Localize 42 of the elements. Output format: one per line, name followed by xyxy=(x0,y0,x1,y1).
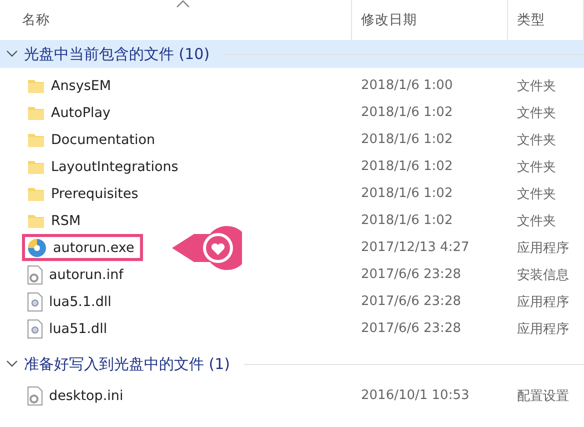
date-cell-text: 2017/6/6 23:28 xyxy=(360,294,462,309)
file-name[interactable]: Prerequisites xyxy=(51,186,138,202)
type-cell-text: 安装信息 xyxy=(516,266,570,284)
date-cell-text: 2018/1/6 1:00 xyxy=(360,78,454,93)
type-cell-text: 配置设置 xyxy=(516,388,570,404)
type-cell-text: 文件夹 xyxy=(516,212,557,230)
library-file-icon xyxy=(27,292,43,312)
file-name[interactable]: AutoPlay xyxy=(51,104,110,120)
file-name[interactable]: desktop.ini xyxy=(49,388,124,404)
library-file-icon xyxy=(27,318,43,338)
file-name[interactable]: lua5.1.dll xyxy=(49,294,112,310)
date-cell-text: 2018/1/6 1:02 xyxy=(360,132,454,147)
date-cell-text: 2018/1/6 1:02 xyxy=(360,213,454,228)
group-title: 光盘中当前包含的文件 (10) xyxy=(24,44,210,64)
type-cell-text: 文件夹 xyxy=(516,78,557,94)
type-cell-text: 文件夹 xyxy=(516,104,557,122)
type-cell-text: 应用程序 xyxy=(516,240,570,256)
type-cell-text: 文件夹 xyxy=(516,186,557,202)
group-header[interactable]: 准备好写入到光盘中的文件 (1) xyxy=(0,350,584,378)
date-cell-text: 2018/1/6 1:02 xyxy=(360,186,454,201)
date-cell-text: 2016/10/1 10:53 xyxy=(360,388,470,403)
type-cell-text: 文件夹 xyxy=(516,132,557,148)
gear-file-icon xyxy=(27,386,43,406)
file-name[interactable]: autorun.inf xyxy=(49,266,124,282)
date-cell-text: 2018/1/6 1:02 xyxy=(360,105,454,120)
file-name[interactable]: LayoutIntegrations xyxy=(51,158,178,174)
file-name[interactable]: Documentation xyxy=(51,132,156,148)
group-header[interactable]: 光盘中当前包含的文件 (10) xyxy=(0,40,584,68)
date-cell-text: 2017/6/6 23:28 xyxy=(360,267,462,282)
file-name[interactable]: RSM xyxy=(51,212,81,228)
type-cell-text: 文件夹 xyxy=(516,158,557,176)
disc-icon xyxy=(27,238,47,258)
group-title: 准备好写入到光盘中的文件 (1) xyxy=(24,354,230,374)
file-name[interactable]: AnsysEM xyxy=(51,78,112,94)
file-name[interactable]: lua51.dll xyxy=(49,320,108,336)
gear-file-icon xyxy=(27,264,43,284)
type-cell-text: 应用程序 xyxy=(516,294,570,310)
type-cell-text: 应用程序 xyxy=(516,320,570,338)
date-cell-text: 2018/1/6 1:02 xyxy=(360,159,454,174)
date-cell-text: 2017/6/6 23:28 xyxy=(360,321,462,336)
date-cell-text: 2017/12/13 4:27 xyxy=(360,240,470,255)
file-name[interactable]: autorun.exe xyxy=(53,240,134,256)
